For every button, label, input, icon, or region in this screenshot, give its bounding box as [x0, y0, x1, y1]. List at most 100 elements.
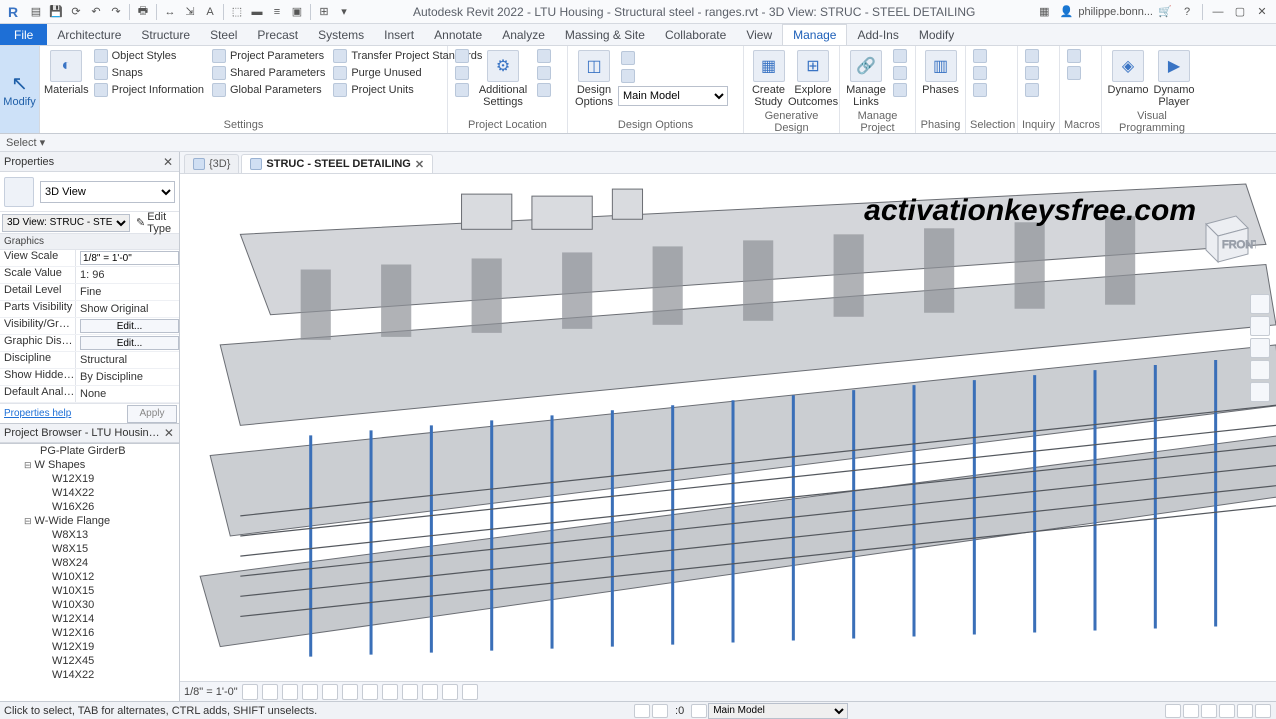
materials-button[interactable]: ◐ Materials	[44, 48, 89, 98]
sb-3-icon[interactable]	[691, 704, 707, 718]
qat-redo-icon[interactable]: ↷	[106, 2, 126, 22]
qat-3d-icon[interactable]: ⬚	[227, 2, 247, 22]
global-parameters-button[interactable]: Global Parameters	[209, 82, 328, 98]
qat-measure-icon[interactable]: ↔	[160, 2, 180, 22]
tree-item[interactable]: W12X45	[0, 654, 179, 668]
apply-button[interactable]: Apply	[127, 405, 177, 423]
tree-item[interactable]: W12X16	[0, 626, 179, 640]
vc-cropvis-icon[interactable]	[362, 684, 378, 700]
vc-link-icon[interactable]	[462, 684, 478, 700]
vc-render-icon[interactable]	[322, 684, 338, 700]
tab-steel[interactable]: Steel	[200, 24, 247, 45]
mac-1-button[interactable]	[1064, 48, 1084, 64]
nav-orbit-icon[interactable]	[1250, 382, 1270, 402]
vc-detail-icon[interactable]	[242, 684, 258, 700]
tab-analyze[interactable]: Analyze	[492, 24, 555, 45]
tab-manage[interactable]: Manage	[782, 24, 847, 45]
3d-canvas[interactable]: activationkeysfree.com FRONT	[180, 174, 1276, 681]
tree-item[interactable]: W8X15	[0, 542, 179, 556]
sb-sel3-icon[interactable]	[1201, 704, 1217, 718]
tree-item[interactable]: W8X24	[0, 556, 179, 570]
tab-precast[interactable]: Precast	[247, 24, 308, 45]
dynamo-button[interactable]: ◈ Dynamo	[1106, 48, 1150, 108]
project-parameters-button[interactable]: Project Parameters	[209, 48, 328, 64]
project-info-button[interactable]: Project Information	[91, 82, 207, 98]
vc-temp-icon[interactable]	[402, 684, 418, 700]
qat-save-icon[interactable]: 💾	[46, 2, 66, 22]
create-study-button[interactable]: ▦ Create Study	[748, 48, 789, 108]
view-type-select[interactable]: 3D View	[40, 181, 175, 203]
tree-item[interactable]: W10X15	[0, 584, 179, 598]
inq-3-button[interactable]	[1022, 82, 1042, 98]
shared-parameters-button[interactable]: Shared Parameters	[209, 65, 328, 81]
vc-reveal-icon[interactable]	[422, 684, 438, 700]
qat-dropdown-icon[interactable]: ▾	[334, 2, 354, 22]
phases-button[interactable]: ▥ Phases	[920, 48, 961, 96]
property-value[interactable]: Edit...	[76, 335, 179, 351]
tree-item[interactable]: W14X22	[0, 486, 179, 500]
tree-item[interactable]: W14X22	[0, 668, 179, 682]
qat-undo-icon[interactable]: ↶	[86, 2, 106, 22]
tree-item[interactable]: W16X26	[0, 500, 179, 514]
dynamo-player-button[interactable]: ▶ Dynamo Player	[1152, 48, 1196, 108]
vc-lock-icon[interactable]	[382, 684, 398, 700]
tree-item[interactable]: W12X14	[0, 612, 179, 626]
explore-outcomes-button[interactable]: ⊞ Explore Outcomes	[791, 48, 835, 108]
loc-opt2-button[interactable]	[534, 65, 554, 81]
tab-collaborate[interactable]: Collaborate	[655, 24, 736, 45]
restore-icon[interactable]: ▢	[1230, 2, 1250, 22]
tree-item[interactable]: W10X30	[0, 598, 179, 612]
status-model-select[interactable]: Main Model	[708, 703, 848, 719]
scale-display[interactable]: 1/8" = 1'-0"	[184, 686, 238, 698]
cart-icon[interactable]: 🛒	[1155, 2, 1175, 22]
additional-settings-button[interactable]: ⚙ Additional Settings	[474, 48, 532, 108]
vc-style-icon[interactable]	[262, 684, 278, 700]
qat-align-icon[interactable]: ⇲	[180, 2, 200, 22]
tab-structure[interactable]: Structure	[131, 24, 200, 45]
minimize-icon[interactable]: —	[1208, 2, 1228, 22]
tree-group[interactable]: W Shapes	[0, 458, 179, 472]
vc-analy-icon[interactable]	[442, 684, 458, 700]
tab-view[interactable]: View	[736, 24, 782, 45]
inq-2-button[interactable]	[1022, 65, 1042, 81]
coordinates-button[interactable]	[452, 65, 472, 81]
graphics-group[interactable]: Graphics	[0, 234, 179, 250]
property-value[interactable]: Edit...	[76, 318, 179, 334]
vc-sun-icon[interactable]	[282, 684, 298, 700]
tab-close-icon[interactable]: ✕	[415, 158, 424, 171]
close-icon[interactable]: ✕	[1252, 2, 1272, 22]
qat-close-icon[interactable]: ▣	[287, 2, 307, 22]
help-icon[interactable]: ?	[1177, 2, 1197, 22]
tree-item[interactable]: W12X19	[0, 640, 179, 654]
sb-sel4-icon[interactable]	[1219, 704, 1235, 718]
main-model-select[interactable]: Main Model	[618, 86, 728, 106]
qat-switch-icon[interactable]: ⊞	[314, 2, 334, 22]
vc-shadow-icon[interactable]	[302, 684, 318, 700]
property-input[interactable]	[80, 251, 179, 265]
loc-opt3-button[interactable]	[534, 82, 554, 98]
loc-opt1-button[interactable]	[534, 48, 554, 64]
instance-select[interactable]: 3D View: STRUC - STE	[2, 214, 130, 232]
tab-annotate[interactable]: Annotate	[424, 24, 492, 45]
tree-item[interactable]: W12X19	[0, 472, 179, 486]
tab-systems[interactable]: Systems	[308, 24, 374, 45]
sel-2-button[interactable]	[970, 65, 990, 81]
nav-wheel-icon[interactable]	[1250, 316, 1270, 336]
property-edit-button[interactable]: Edit...	[80, 336, 179, 350]
add-to-set-button[interactable]	[618, 50, 728, 66]
edit-type-button[interactable]: ✎Edit Type	[132, 211, 179, 235]
location-button[interactable]	[452, 48, 472, 64]
view-tab-steel[interactable]: STRUC - STEEL DETAILING ✕	[241, 154, 433, 173]
tree-item[interactable]: PG-Plate GirderB	[0, 444, 179, 458]
mac-2-button[interactable]	[1064, 65, 1084, 81]
nav-home-icon[interactable]	[1250, 294, 1270, 314]
pick-to-edit-button[interactable]	[618, 68, 728, 84]
position-button[interactable]	[452, 82, 472, 98]
sb-sel5-icon[interactable]	[1237, 704, 1253, 718]
sb-1-icon[interactable]	[634, 704, 650, 718]
properties-close-icon[interactable]: ✕	[161, 155, 175, 169]
properties-help-link[interactable]: Properties help	[0, 408, 127, 419]
modify-button[interactable]: ↖ Modify	[0, 46, 40, 133]
vc-crop-icon[interactable]	[342, 684, 358, 700]
sb-sel2-icon[interactable]	[1183, 704, 1199, 718]
